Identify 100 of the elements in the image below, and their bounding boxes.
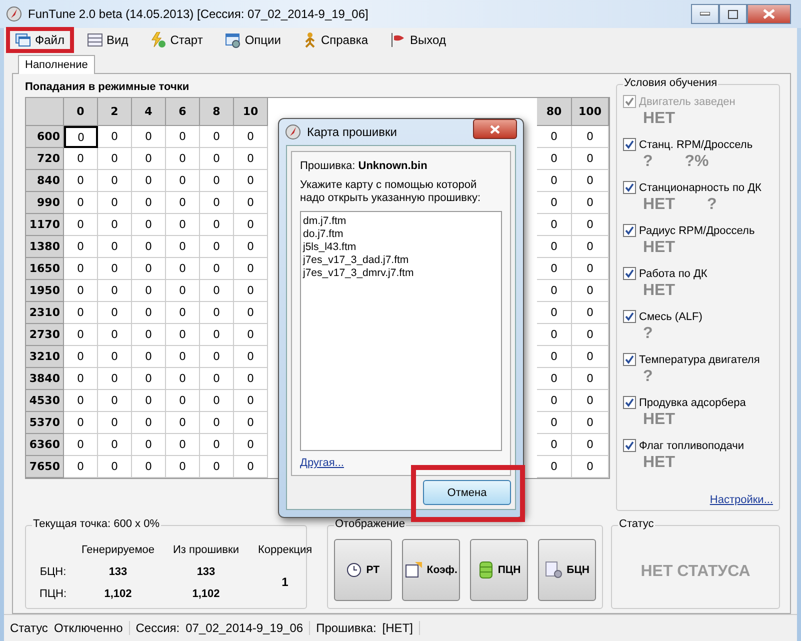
checkbox[interactable] — [623, 267, 636, 280]
table-cell[interactable]: 0 — [200, 148, 234, 170]
table-cell[interactable]: 0 — [572, 434, 609, 456]
table-cell[interactable]: 0 — [132, 456, 166, 478]
table-cell[interactable]: 0 — [537, 412, 572, 434]
table-cell[interactable]: 0 — [537, 258, 572, 280]
table-cell[interactable]: 0 — [537, 236, 572, 258]
table-cell[interactable]: 0 — [64, 236, 98, 258]
table-cell[interactable]: 0 — [64, 126, 98, 148]
checkbox[interactable] — [623, 224, 636, 237]
table-cell[interactable]: 0 — [200, 434, 234, 456]
table-cell[interactable]: 0 — [537, 346, 572, 368]
table-cell[interactable]: 0 — [572, 390, 609, 412]
table-cell[interactable]: 0 — [572, 324, 609, 346]
table-cell[interactable]: 0 — [98, 456, 132, 478]
file-list[interactable]: dm.j7.ftm do.j7.ftm j5ls_l43.ftm j7es_v17_3_dad.j7.ftm j7es_v17_3_dmrv.j7.ftm — [300, 211, 502, 451]
close-button[interactable] — [747, 4, 791, 24]
table-cell[interactable]: 0 — [64, 368, 98, 390]
table-cell[interactable]: 0 — [200, 170, 234, 192]
table-cell[interactable]: 0 — [200, 456, 234, 478]
table-cell[interactable]: 0 — [98, 258, 132, 280]
list-item[interactable]: j7es_v17_3_dad.j7.ftm — [303, 254, 499, 267]
display-button[interactable]: ПЦН — [470, 539, 528, 601]
list-item[interactable]: do.j7.ftm — [303, 228, 499, 241]
table-cell[interactable]: 0 — [132, 434, 166, 456]
table-cell[interactable]: 0 — [572, 126, 609, 148]
table-cell[interactable]: 0 — [64, 434, 98, 456]
table-cell[interactable]: 0 — [98, 434, 132, 456]
table-cell[interactable]: 0 — [572, 214, 609, 236]
table-cell[interactable]: 0 — [166, 126, 200, 148]
table-cell[interactable]: 0 — [132, 192, 166, 214]
table-cell[interactable]: 0 — [234, 280, 268, 302]
table-cell[interactable]: 0 — [98, 346, 132, 368]
table-cell[interactable]: 0 — [98, 148, 132, 170]
table-cell[interactable]: 0 — [234, 302, 268, 324]
table-cell[interactable]: 0 — [234, 258, 268, 280]
table-cell[interactable]: 0 — [166, 280, 200, 302]
table-cell[interactable]: 0 — [200, 324, 234, 346]
table-cell[interactable]: 0 — [166, 324, 200, 346]
menu-item[interactable]: Справка — [300, 31, 372, 49]
table-cell[interactable]: 0 — [132, 280, 166, 302]
table-cell[interactable]: 0 — [200, 280, 234, 302]
table-cell[interactable]: 0 — [572, 148, 609, 170]
table-cell[interactable]: 0 — [64, 148, 98, 170]
table-cell[interactable]: 0 — [200, 346, 234, 368]
table-cell[interactable]: 0 — [537, 192, 572, 214]
display-button[interactable]: Коэф. — [402, 539, 460, 601]
table-cell[interactable]: 0 — [572, 368, 609, 390]
table-cell[interactable]: 0 — [132, 346, 166, 368]
table-cell[interactable]: 0 — [64, 192, 98, 214]
menu-item[interactable]: Выход — [387, 32, 449, 48]
table-cell[interactable]: 0 — [64, 390, 98, 412]
table-cell[interactable]: 0 — [166, 412, 200, 434]
table-cell[interactable]: 0 — [572, 258, 609, 280]
table-cell[interactable]: 0 — [200, 214, 234, 236]
table-cell[interactable]: 0 — [166, 456, 200, 478]
table-cell[interactable]: 0 — [234, 346, 268, 368]
table-cell[interactable]: 0 — [64, 412, 98, 434]
table-cell[interactable]: 0 — [64, 214, 98, 236]
table-cell[interactable]: 0 — [132, 368, 166, 390]
table-cell[interactable]: 0 — [572, 280, 609, 302]
table-cell[interactable]: 0 — [200, 126, 234, 148]
table-cell[interactable]: 0 — [64, 258, 98, 280]
table-cell[interactable]: 0 — [98, 170, 132, 192]
list-item[interactable]: dm.j7.ftm — [303, 215, 499, 228]
table-cell[interactable]: 0 — [200, 302, 234, 324]
table-cell[interactable]: 0 — [166, 302, 200, 324]
table-cell[interactable]: 0 — [64, 280, 98, 302]
table-cell[interactable]: 0 — [132, 302, 166, 324]
table-cell[interactable]: 0 — [166, 192, 200, 214]
table-cell[interactable]: 0 — [98, 302, 132, 324]
table-cell[interactable]: 0 — [132, 412, 166, 434]
other-link[interactable]: Другая... — [300, 457, 344, 469]
table-cell[interactable]: 0 — [234, 434, 268, 456]
table-cell[interactable]: 0 — [200, 368, 234, 390]
table-cell[interactable]: 0 — [166, 236, 200, 258]
table-cell[interactable]: 0 — [234, 412, 268, 434]
table-cell[interactable]: 0 — [132, 170, 166, 192]
table-cell[interactable]: 0 — [234, 390, 268, 412]
table-cell[interactable]: 0 — [200, 236, 234, 258]
table-cell[interactable]: 0 — [98, 192, 132, 214]
table-cell[interactable]: 0 — [234, 126, 268, 148]
minimize-button[interactable] — [691, 4, 719, 24]
list-item[interactable]: j5ls_l43.ftm — [303, 241, 499, 254]
table-cell[interactable]: 0 — [98, 126, 132, 148]
table-cell[interactable]: 0 — [166, 148, 200, 170]
display-button[interactable]: БЦН — [538, 539, 596, 601]
table-cell[interactable]: 0 — [98, 390, 132, 412]
table-cell[interactable]: 0 — [132, 258, 166, 280]
table-cell[interactable]: 0 — [537, 214, 572, 236]
table-cell[interactable]: 0 — [234, 148, 268, 170]
table-cell[interactable]: 0 — [234, 170, 268, 192]
table-cell[interactable]: 0 — [200, 258, 234, 280]
close-button[interactable] — [473, 119, 517, 139]
tab[interactable]: Наполнение — [18, 55, 95, 74]
checkbox[interactable] — [623, 439, 636, 452]
table-cell[interactable]: 0 — [98, 324, 132, 346]
table-cell[interactable]: 0 — [166, 434, 200, 456]
table-cell[interactable]: 0 — [572, 346, 609, 368]
table-cell[interactable]: 0 — [166, 170, 200, 192]
